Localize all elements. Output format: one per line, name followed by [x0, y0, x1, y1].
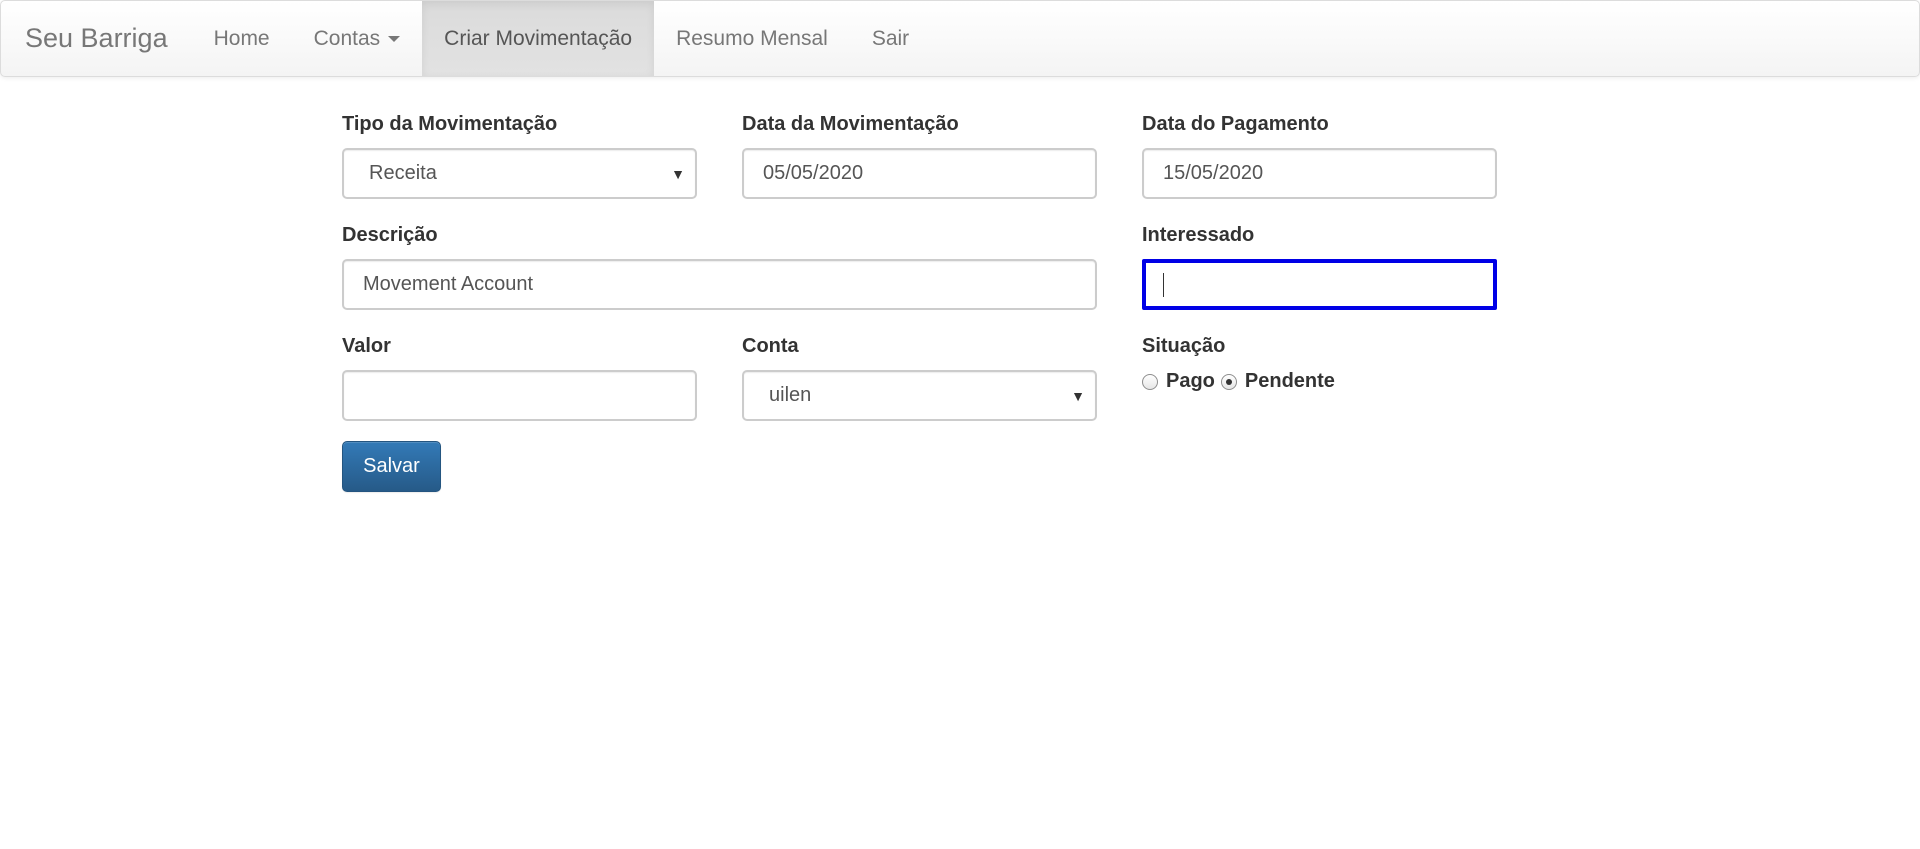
tipo-select[interactable]: Receita ▼: [342, 148, 697, 199]
valor-input[interactable]: [342, 370, 697, 421]
radio-pago[interactable]: [1142, 373, 1158, 390]
nav-item-label: Contas: [313, 26, 381, 50]
tipo-label: Tipo da Movimentação: [342, 113, 558, 135]
radio-pendente-label[interactable]: Pendente: [1245, 370, 1335, 393]
valor-label: Valor: [342, 335, 391, 357]
radio-pago-label[interactable]: Pago: [1166, 370, 1215, 393]
nav-item-label: Criar Movimentação: [444, 26, 633, 50]
descricao-field: Descrição Movement Account: [342, 221, 1097, 310]
data-movimentacao-value: 05/05/2020: [763, 162, 864, 184]
text-cursor: [1163, 272, 1164, 297]
nav-item-label: Sair: [871, 26, 910, 50]
data-movimentacao-field: Data da Movimentação 05/05/2020: [742, 110, 1097, 199]
tipo-selected-value: Receita: [369, 162, 437, 184]
situacao-radio-group: Pago Pendente: [1142, 370, 1497, 393]
descricao-label: Descrição: [342, 224, 438, 246]
data-movimentacao-label: Data da Movimentação: [742, 113, 959, 135]
select-arrow-icon: ▼: [671, 165, 685, 182]
interessado-input[interactable]: [1142, 259, 1497, 310]
nav-item-sair[interactable]: Sair: [850, 1, 931, 76]
conta-select[interactable]: uilen ▼: [742, 370, 1097, 421]
valor-field: Valor: [342, 332, 697, 421]
conta-field: Conta uilen ▼: [742, 332, 1097, 421]
top-navbar: Seu Barriga Home Contas Criar Movimentaç…: [0, 0, 1920, 77]
nav-item-criar-movimentacao[interactable]: Criar Movimentação: [422, 1, 655, 76]
data-pagamento-input[interactable]: 15/05/2020: [1142, 148, 1497, 199]
descricao-value: Movement Account: [363, 273, 534, 295]
nav-item-label: Resumo Mensal: [676, 26, 828, 50]
radio-pendente[interactable]: [1220, 373, 1237, 390]
brand-link[interactable]: Seu Barriga: [1, 1, 192, 76]
nav-item-label: Home: [213, 26, 270, 50]
interessado-field: Interessado: [1142, 221, 1497, 310]
situacao-label: Situação: [1142, 335, 1226, 357]
situacao-field: Situação Pago Pendente: [1142, 332, 1497, 393]
salvar-button[interactable]: Salvar: [342, 441, 441, 492]
data-movimentacao-input[interactable]: 05/05/2020: [742, 148, 1097, 199]
nav-item-resumo-mensal[interactable]: Resumo Mensal: [654, 1, 850, 76]
nav-item-contas-dropdown[interactable]: Contas: [292, 1, 423, 76]
data-pagamento-field: Data do Pagamento 15/05/2020: [1142, 110, 1497, 199]
tipo-field: Tipo da Movimentação Receita ▼: [342, 110, 697, 199]
data-pagamento-value: 15/05/2020: [1163, 162, 1264, 184]
conta-selected-value: uilen: [769, 384, 812, 406]
nav-item-home[interactable]: Home: [192, 1, 292, 76]
conta-label: Conta: [742, 335, 799, 357]
interessado-label: Interessado: [1142, 224, 1255, 246]
select-arrow-icon: ▼: [1071, 387, 1085, 404]
descricao-input[interactable]: Movement Account: [342, 259, 1097, 310]
caret-down-icon: [388, 35, 401, 42]
data-pagamento-label: Data do Pagamento: [1142, 113, 1329, 135]
